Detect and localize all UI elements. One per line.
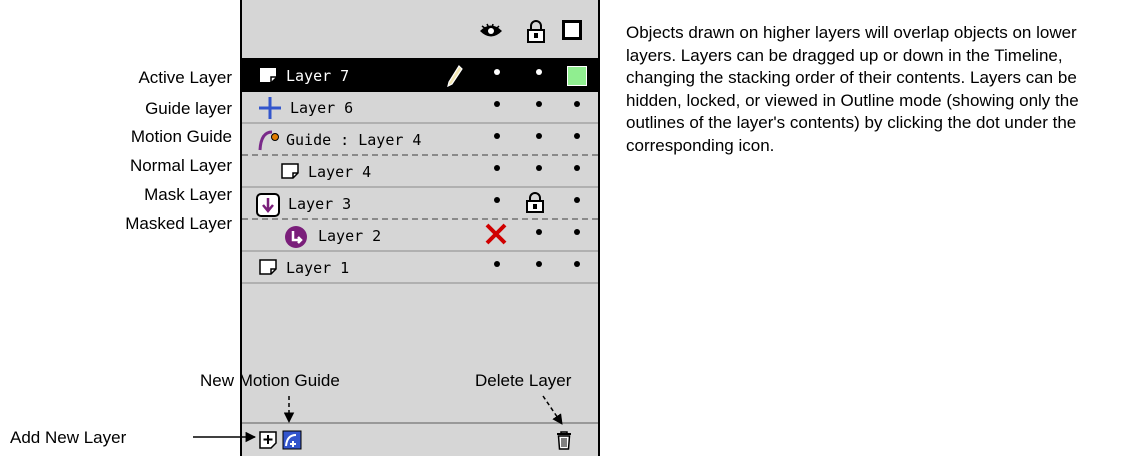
lock-dot[interactable]: [536, 69, 542, 75]
outline-dot[interactable]: [574, 133, 580, 139]
guide-layer-icon: [258, 97, 282, 123]
callout-active-layer: Active Layer: [138, 68, 232, 87]
normal-layer-icon: [258, 65, 278, 89]
layer-name: Layer 6: [290, 99, 354, 117]
lock-dot[interactable]: [536, 261, 542, 267]
layer-name: Layer 1: [286, 259, 350, 277]
normal-layer-icon: [258, 257, 278, 281]
layer-panel-header: [242, 0, 598, 60]
layer-row-layer6[interactable]: Layer 6: [242, 92, 598, 124]
layer-row-layer3[interactable]: Layer 3: [242, 188, 598, 220]
delete-layer-button[interactable]: [554, 430, 574, 455]
visibility-dot[interactable]: [494, 69, 500, 75]
mask-layer-icon: [256, 193, 280, 221]
layer-name: Layer 4: [308, 163, 372, 181]
delete-layer-label: Delete Layer: [475, 371, 572, 390]
lock-icon[interactable]: [526, 20, 546, 49]
add-new-layer-label: Add New Layer: [10, 428, 127, 447]
layer-name: Layer 7: [286, 67, 350, 85]
callout-mask-layer: Mask Layer: [144, 185, 232, 204]
outline-color-swatch[interactable]: [567, 66, 587, 86]
add-motion-guide-button[interactable]: [282, 430, 302, 455]
eye-icon[interactable]: [478, 22, 504, 45]
outline-dot[interactable]: [574, 229, 580, 235]
layer-name: Layer 2: [318, 227, 382, 245]
lock-dot[interactable]: [536, 101, 542, 107]
lock-dot[interactable]: [536, 165, 542, 171]
outline-dot[interactable]: [574, 165, 580, 171]
visibility-dot[interactable]: [494, 261, 500, 267]
new-motion-guide-label: New Motion Guide: [200, 371, 340, 390]
visibility-dot[interactable]: [494, 165, 500, 171]
visibility-dot[interactable]: [494, 197, 500, 203]
description-text: Objects drawn on higher layers will over…: [626, 23, 1079, 155]
pencil-icon: [447, 65, 463, 91]
layer-list: Layer 7 Layer 6 Guide : Layer 4 Layer 4 …: [242, 60, 598, 284]
outline-icon[interactable]: [562, 20, 582, 40]
add-layer-button[interactable]: [258, 430, 278, 455]
lock-icon[interactable]: [526, 192, 544, 218]
layer-row-layer7[interactable]: Layer 7: [242, 60, 598, 92]
hidden-x-icon[interactable]: [484, 222, 508, 250]
layer-row-layer1[interactable]: Layer 1: [242, 252, 598, 284]
visibility-dot[interactable]: [494, 101, 500, 107]
visibility-dot[interactable]: [494, 133, 500, 139]
outline-dot[interactable]: [574, 197, 580, 203]
outline-dot[interactable]: [574, 261, 580, 267]
lock-dot[interactable]: [536, 133, 542, 139]
layer-name: Layer 3: [288, 195, 352, 213]
layer-row-guide4[interactable]: Guide : Layer 4: [242, 124, 598, 156]
callout-normal-layer: Normal Layer: [129, 156, 232, 175]
callout-motion-guide: Motion Guide: [130, 127, 232, 146]
lock-dot[interactable]: [536, 229, 542, 235]
layer-row-layer2[interactable]: Layer 2: [242, 220, 598, 252]
normal-layer-icon: [280, 161, 300, 185]
callout-guide-layer: Guide layer: [145, 99, 232, 118]
masked-layer-icon: [284, 225, 308, 253]
layer-row-layer4[interactable]: Layer 4: [242, 156, 598, 188]
callout-masked-layer: Masked Layer: [125, 214, 232, 233]
layer-name: Guide : Layer 4: [286, 131, 422, 149]
outline-dot[interactable]: [574, 101, 580, 107]
motion-guide-icon: [258, 129, 282, 155]
layer-panel-footer: [242, 422, 598, 456]
